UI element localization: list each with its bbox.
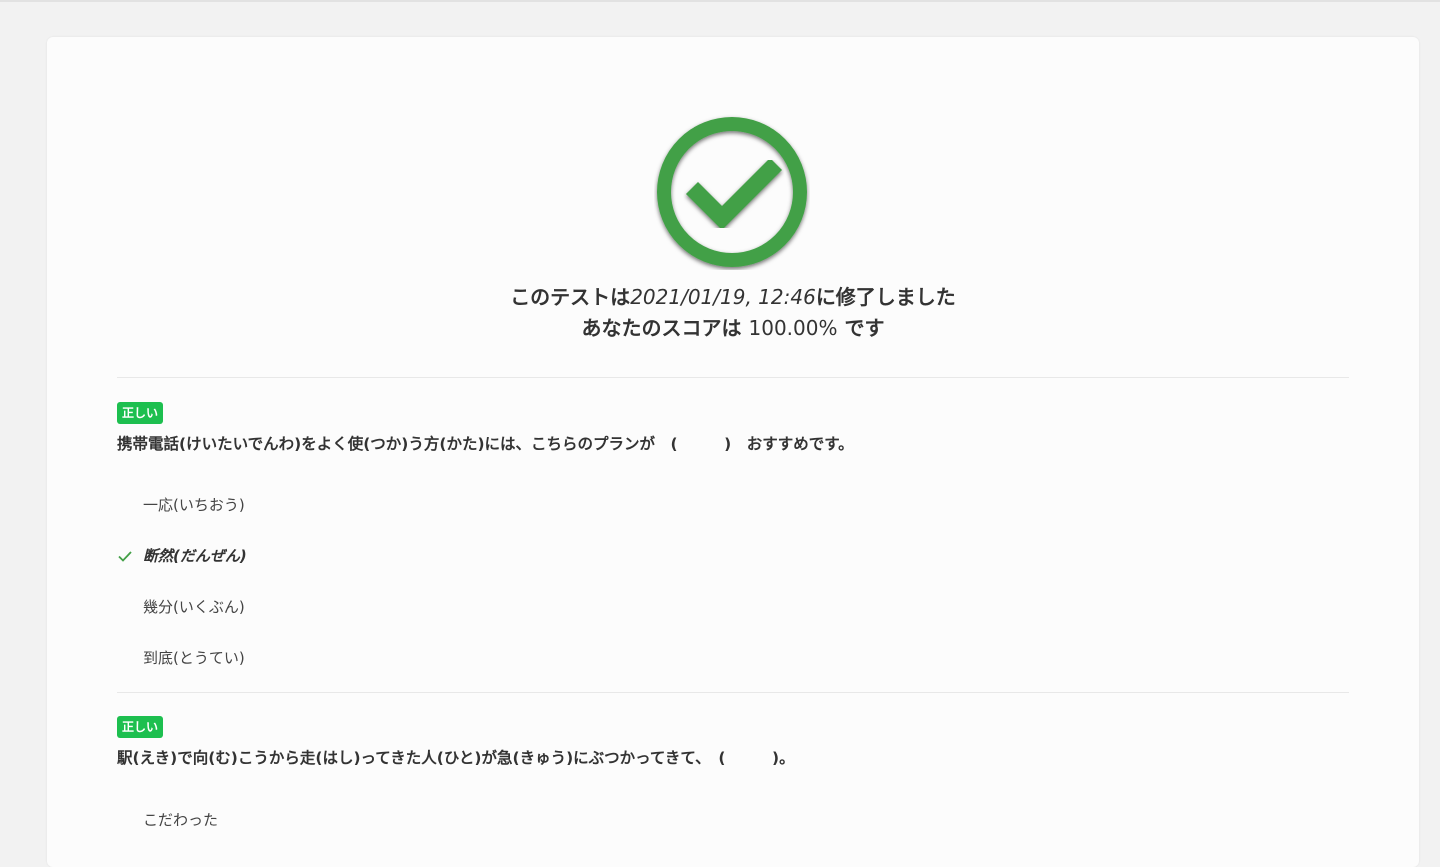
completion-line: このテストは2021/01/19, 12:46に修了しました — [47, 282, 1419, 313]
check-circle-icon — [657, 117, 807, 267]
divider — [117, 692, 1349, 693]
score-line: あなたのスコアは 100.00% です — [47, 313, 1419, 344]
result-summary: このテストは2021/01/19, 12:46に修了しました あなたのスコアは … — [47, 282, 1419, 344]
answer-option-label: 到底(とうてい) — [143, 649, 245, 667]
question-text: 駅(えき)で向(む)こうから走(はし)ってきた人(ひと)が急(きゅう)にぶつかっ… — [117, 749, 795, 767]
answer-option-label: 幾分(いくぶん) — [143, 598, 245, 616]
answer-option-label: 断然(だんぜん) — [143, 547, 247, 565]
answer-option: こだわった — [117, 808, 717, 832]
divider — [117, 377, 1349, 378]
score-value: 100.00% — [748, 316, 838, 340]
completion-datetime: 2021/01/19, 12:46 — [630, 285, 816, 309]
answer-option-selected: 断然(だんぜん) — [117, 544, 717, 568]
question-text: 携帯電話(けいたいでんわ)をよく使(つか)う方(かた)には、こちらのプランが (… — [117, 435, 854, 453]
answer-option: 一応(いちおう) — [117, 493, 717, 517]
checkmark-icon — [118, 551, 132, 562]
browser-top-edge — [0, 0, 1440, 2]
quiz-result-card: このテストは2021/01/19, 12:46に修了しました あなたのスコアは … — [47, 37, 1419, 867]
answer-option: 到底(とうてい) — [117, 646, 717, 670]
answer-option-label: 一応(いちおう) — [143, 496, 245, 514]
correct-badge: 正しい — [117, 402, 164, 424]
correct-badge: 正しい — [117, 716, 164, 738]
completion-prefix: このテストは — [510, 285, 631, 309]
score-prefix: あなたのスコアは — [581, 316, 742, 340]
answer-option-label: こだわった — [143, 811, 219, 829]
score-suffix: です — [844, 316, 885, 340]
completion-suffix: に修了しました — [815, 285, 956, 309]
answer-option: 幾分(いくぶん) — [117, 595, 717, 619]
